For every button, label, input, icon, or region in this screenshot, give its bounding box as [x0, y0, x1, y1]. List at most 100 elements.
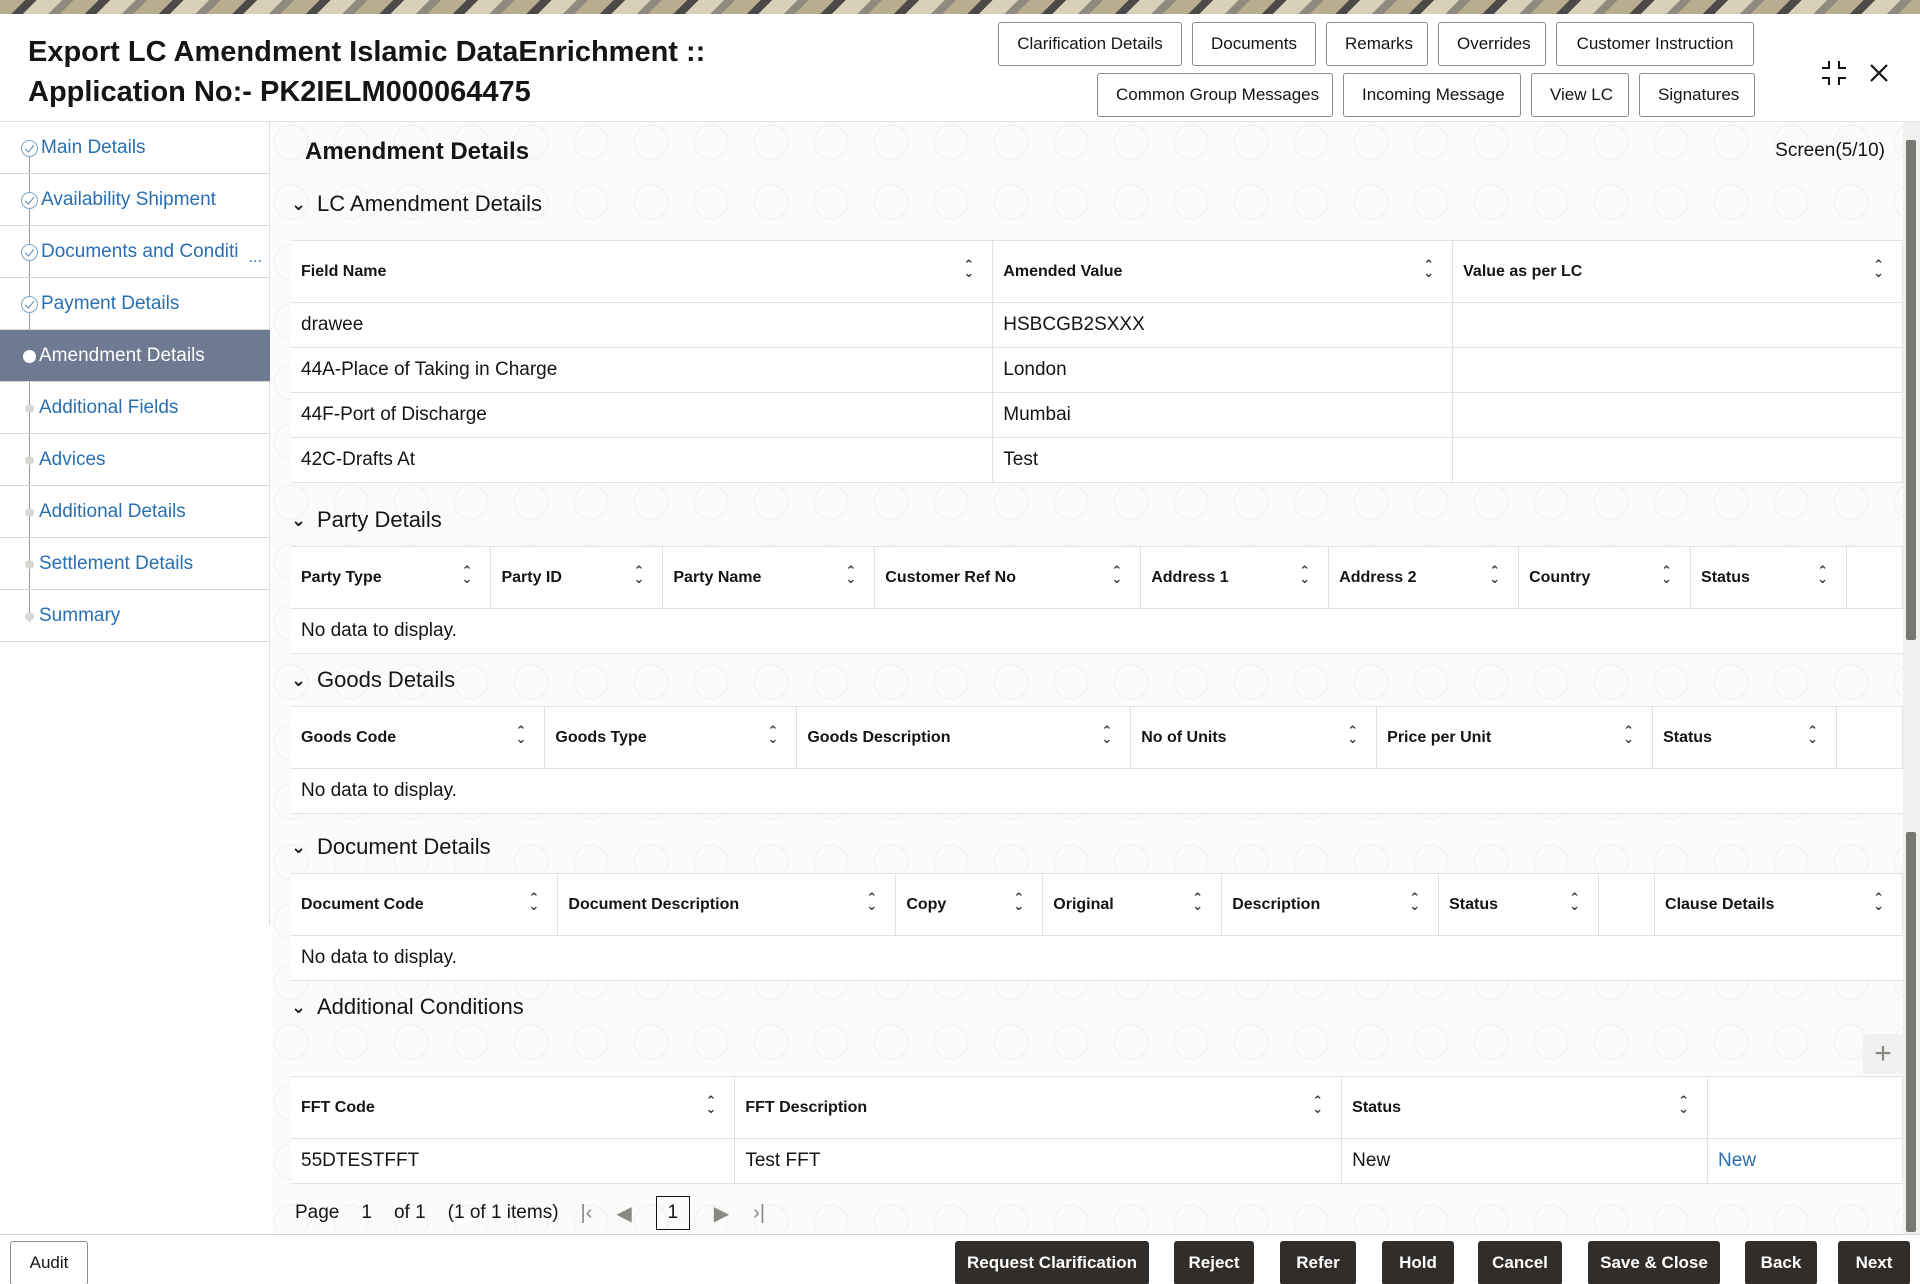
column-header-document-description[interactable]: Document Description⌃⌄ — [558, 874, 896, 936]
table-row[interactable]: 55DTESTFFT Test FFT New New — [291, 1139, 1903, 1184]
sort-icon[interactable]: ⌃⌄ — [1013, 894, 1024, 910]
sidebar-item-summary[interactable]: Summary — [0, 590, 270, 642]
table-row[interactable]: 44F-Port of Discharge Mumbai — [291, 393, 1903, 438]
row-action-link[interactable]: New — [1708, 1139, 1903, 1184]
clarification-details-button[interactable]: Clarification Details — [998, 22, 1182, 66]
sort-icon[interactable]: ⌃⌄ — [633, 567, 644, 583]
add-row-icon[interactable]: + — [1863, 1034, 1903, 1074]
close-icon[interactable] — [1862, 56, 1896, 90]
sort-icon[interactable]: ⌃⌄ — [705, 1097, 716, 1113]
sidebar-item-availability-shipment[interactable]: Availability Shipment — [0, 174, 270, 226]
column-header-goods-description[interactable]: Goods Description⌃⌄ — [797, 707, 1131, 769]
first-page-icon[interactable]: |‹ — [581, 1202, 593, 1225]
section-header-goods-details[interactable]: ⌄ Goods Details — [291, 664, 455, 696]
column-header-status[interactable]: Status⌃⌄ — [1691, 547, 1847, 609]
refer-button[interactable]: Refer — [1280, 1241, 1356, 1284]
sort-icon[interactable]: ⌃⌄ — [963, 261, 974, 277]
column-header-party-name[interactable]: Party Name⌃⌄ — [663, 547, 875, 609]
signatures-button[interactable]: Signatures — [1639, 73, 1755, 117]
sort-icon[interactable]: ⌃⌄ — [529, 894, 540, 910]
sidebar-item-settlement-details[interactable]: Settlement Details — [0, 538, 270, 590]
save-close-button[interactable]: Save & Close — [1588, 1241, 1720, 1284]
column-header-goods-type[interactable]: Goods Type⌃⌄ — [545, 707, 797, 769]
column-header-field-name[interactable]: Field Name⌃⌄ — [291, 241, 993, 303]
main-content[interactable]: Amendment Details Screen(5/10) ⌄ LC Amen… — [271, 122, 1903, 1234]
sidebar-item-additional-details[interactable]: Additional Details — [0, 486, 270, 538]
scrollbar-thumb-secondary[interactable] — [1906, 832, 1916, 1232]
sort-icon[interactable]: ⌃⌄ — [1817, 567, 1828, 583]
sort-icon[interactable]: ⌃⌄ — [1101, 727, 1112, 743]
sort-icon[interactable]: ⌃⌄ — [516, 727, 527, 743]
view-lc-button[interactable]: View LC — [1531, 73, 1629, 117]
column-header-address-2[interactable]: Address 2⌃⌄ — [1329, 547, 1519, 609]
sort-icon[interactable]: ⌃⌄ — [767, 727, 778, 743]
sidebar-item-additional-fields[interactable]: Additional Fields — [0, 382, 270, 434]
compress-icon[interactable] — [1817, 56, 1851, 90]
sidebar-item-documents-conditions[interactable]: Documents and Conditi ... — [0, 226, 270, 278]
column-header-original[interactable]: Original⌃⌄ — [1043, 874, 1222, 936]
audit-button[interactable]: Audit — [10, 1241, 88, 1284]
sidebar-item-payment-details[interactable]: Payment Details — [0, 278, 270, 330]
table-row[interactable]: drawee HSBCGB2SXXX — [291, 303, 1903, 348]
column-header-customer-ref-no[interactable]: Customer Ref No⌃⌄ — [875, 547, 1141, 609]
sidebar-item-advices[interactable]: Advices — [0, 434, 270, 486]
column-header-fft-code[interactable]: FFT Code⌃⌄ — [291, 1077, 735, 1139]
current-page-button[interactable]: 1 — [656, 1196, 690, 1230]
column-header-clause-details[interactable]: Clause Details⌃⌄ — [1655, 874, 1903, 936]
sort-icon[interactable]: ⌃⌄ — [1489, 567, 1500, 583]
common-group-messages-button[interactable]: Common Group Messages — [1097, 73, 1333, 117]
sort-icon[interactable]: ⌃⌄ — [1347, 727, 1358, 743]
hold-button[interactable]: Hold — [1382, 1241, 1454, 1284]
sort-icon[interactable]: ⌃⌄ — [866, 894, 877, 910]
column-header-status[interactable]: Status⌃⌄ — [1342, 1077, 1708, 1139]
sort-icon[interactable]: ⌃⌄ — [1312, 1097, 1323, 1113]
column-header-description[interactable]: Description⌃⌄ — [1222, 874, 1439, 936]
section-header-document-details[interactable]: ⌄ Document Details — [291, 831, 491, 863]
customer-instruction-button[interactable]: Customer Instruction — [1556, 22, 1754, 66]
next-button[interactable]: Next — [1838, 1241, 1910, 1284]
sort-icon[interactable]: ⌃⌄ — [1661, 567, 1672, 583]
section-header-lc-amendment[interactable]: ⌄ LC Amendment Details — [291, 188, 542, 220]
sort-icon[interactable]: ⌃⌄ — [462, 567, 473, 583]
documents-button[interactable]: Documents — [1192, 22, 1316, 66]
remarks-button[interactable]: Remarks — [1326, 22, 1428, 66]
column-header-amended-value[interactable]: Amended Value⌃⌄ — [993, 241, 1453, 303]
column-header-party-id[interactable]: Party ID⌃⌄ — [491, 547, 663, 609]
sort-icon[interactable]: ⌃⌄ — [1192, 894, 1203, 910]
sort-icon[interactable]: ⌃⌄ — [1409, 894, 1420, 910]
vertical-scrollbar[interactable] — [1903, 122, 1920, 1234]
section-header-additional-conditions[interactable]: ⌄ Additional Conditions — [291, 991, 524, 1023]
sort-icon[interactable]: ⌃⌄ — [1807, 727, 1818, 743]
column-header-price-per-unit[interactable]: Price per Unit⌃⌄ — [1377, 707, 1653, 769]
scrollbar-thumb[interactable] — [1906, 140, 1916, 640]
column-header-copy[interactable]: Copy⌃⌄ — [896, 874, 1043, 936]
column-header-country[interactable]: Country⌃⌄ — [1519, 547, 1691, 609]
column-header-address-1[interactable]: Address 1⌃⌄ — [1141, 547, 1329, 609]
sort-icon[interactable]: ⌃⌄ — [1623, 727, 1634, 743]
sort-icon[interactable]: ⌃⌄ — [1873, 894, 1884, 910]
cancel-button[interactable]: Cancel — [1478, 1241, 1562, 1284]
column-header-no-of-units[interactable]: No of Units⌃⌄ — [1131, 707, 1377, 769]
overrides-button[interactable]: Overrides — [1438, 22, 1546, 66]
sidebar-item-main-details[interactable]: Main Details — [0, 122, 270, 174]
table-row[interactable]: 44A-Place of Taking in Charge London — [291, 348, 1903, 393]
column-header-fft-description[interactable]: FFT Description⌃⌄ — [735, 1077, 1342, 1139]
column-header-document-code[interactable]: Document Code⌃⌄ — [291, 874, 558, 936]
column-header-goods-code[interactable]: Goods Code⌃⌄ — [291, 707, 545, 769]
reject-button[interactable]: Reject — [1174, 1241, 1254, 1284]
section-header-party-details[interactable]: ⌄ Party Details — [291, 504, 442, 536]
column-header-status[interactable]: Status⌃⌄ — [1653, 707, 1837, 769]
previous-page-icon[interactable]: ◀ — [616, 1201, 631, 1226]
table-row[interactable]: 42C-Drafts At Test — [291, 438, 1903, 483]
column-header-value-as-per-lc[interactable]: Value as per LC⌃⌄ — [1453, 241, 1903, 303]
sort-icon[interactable]: ⌃⌄ — [1873, 261, 1884, 277]
sort-icon[interactable]: ⌃⌄ — [845, 567, 856, 583]
sort-icon[interactable]: ⌃⌄ — [1678, 1097, 1689, 1113]
sort-icon[interactable]: ⌃⌄ — [1299, 567, 1310, 583]
last-page-icon[interactable]: ›| — [753, 1202, 765, 1225]
request-clarification-button[interactable]: Request Clarification — [955, 1241, 1149, 1284]
incoming-message-button[interactable]: Incoming Message — [1343, 73, 1521, 117]
column-header-status[interactable]: Status⌃⌄ — [1439, 874, 1599, 936]
sidebar-item-amendment-details[interactable]: Amendment Details — [0, 330, 270, 382]
sort-icon[interactable]: ⌃⌄ — [1569, 894, 1580, 910]
